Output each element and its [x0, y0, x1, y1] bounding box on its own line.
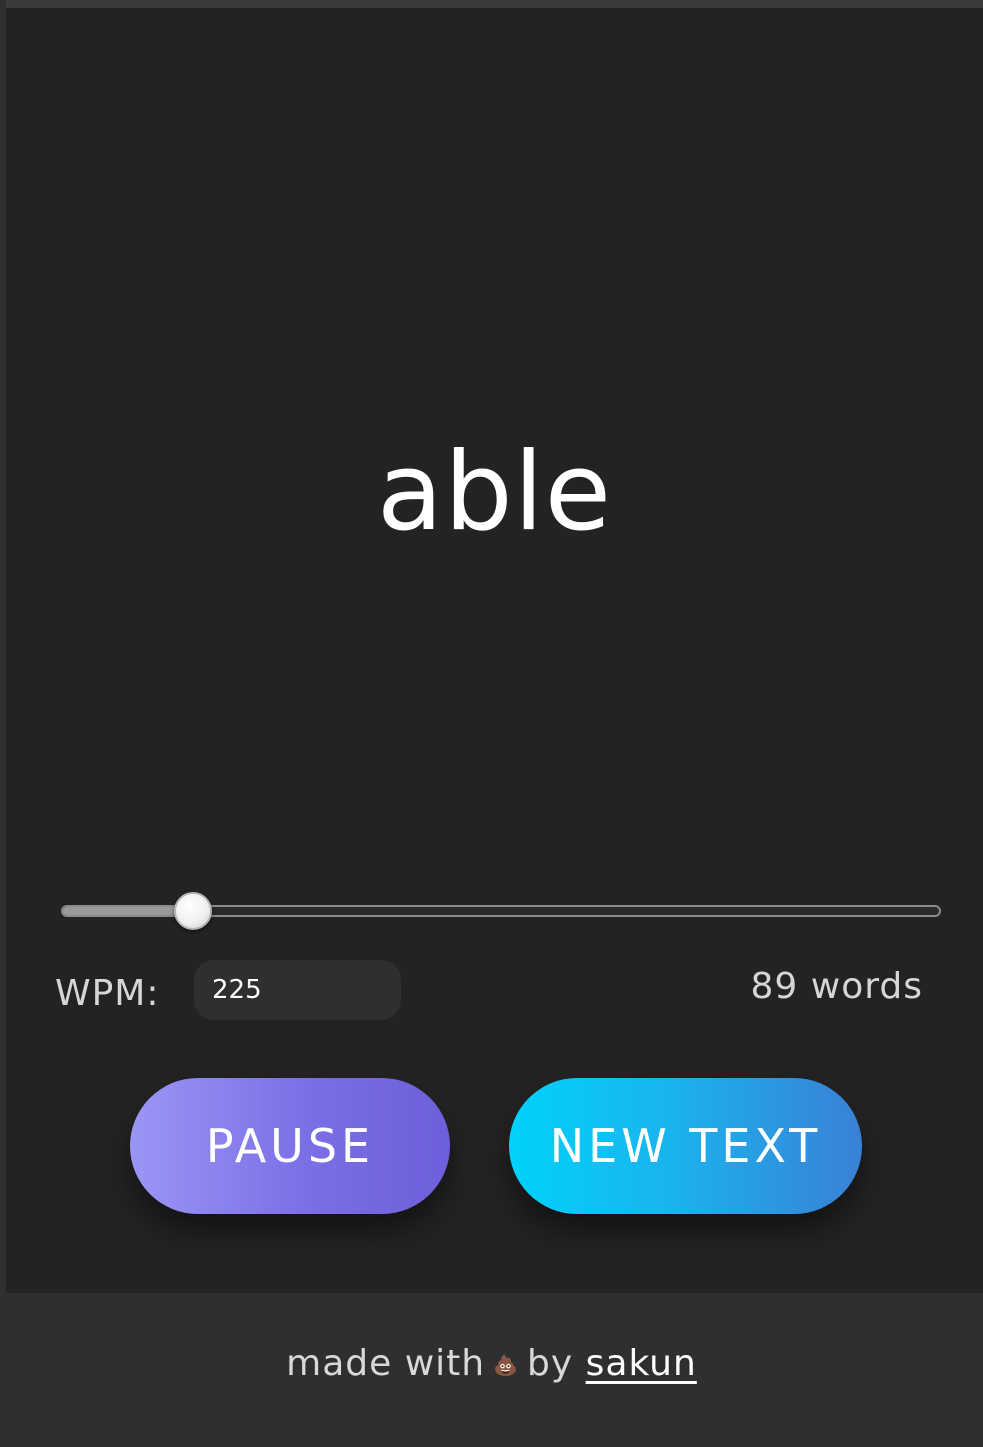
- new-text-button[interactable]: NEW TEXT: [509, 1078, 862, 1214]
- footer: made with 💩 by sakun: [0, 1293, 983, 1447]
- wpm-input[interactable]: [194, 960, 401, 1020]
- footer-credit: made with 💩 by sakun: [0, 1343, 983, 1384]
- pause-button[interactable]: PAUSE: [130, 1078, 450, 1214]
- top-border: [0, 0, 983, 8]
- reader-panel: able WPM: 89 words PAUSE NEW TEXT: [6, 8, 983, 1293]
- footer-by: by: [527, 1343, 574, 1384]
- word-count: 89 words: [750, 966, 923, 1007]
- poop-emoji-icon: 💩: [493, 1353, 520, 1377]
- wpm-label: WPM:: [55, 973, 160, 1014]
- author-link[interactable]: sakun: [586, 1343, 697, 1384]
- speed-slider-thumb[interactable]: [174, 892, 212, 930]
- current-word-display: able: [376, 430, 613, 555]
- speed-slider[interactable]: [61, 891, 941, 931]
- footer-made-with: made with: [286, 1343, 486, 1384]
